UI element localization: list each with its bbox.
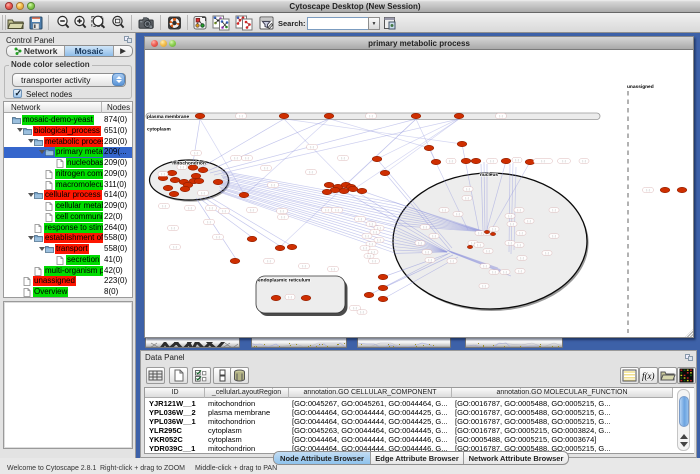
svg-text:[..]: [..] [423, 225, 426, 229]
svg-text:[..]: [..] [372, 259, 375, 263]
svg-text:mitochondrion: mitochondrion [172, 161, 206, 167]
svg-text:[..]: [..] [353, 306, 356, 310]
svg-text:f(x): f(x) [642, 371, 655, 381]
svg-text:[..]: [..] [171, 226, 174, 230]
svg-text:[..]: [..] [552, 234, 555, 238]
svg-text:[..]: [..] [222, 209, 225, 213]
svg-text:[..]: [..] [545, 251, 548, 255]
svg-text:[..]: [..] [288, 295, 291, 299]
svg-text:[..]: [..] [541, 159, 544, 163]
svg-text:[..]: [..] [478, 231, 481, 235]
svg-text:[..]: [..] [450, 259, 453, 263]
svg-text:[..]: [..] [358, 217, 361, 221]
svg-text:[..]: [..] [486, 249, 489, 253]
svg-text:[..]: [..] [449, 159, 452, 163]
svg-text:[..]: [..] [309, 170, 312, 174]
svg-text:[..]: [..] [432, 234, 435, 238]
svg-text:[..]: [..] [582, 159, 585, 163]
svg-text:[..]: [..] [482, 284, 485, 288]
svg-text:[..]: [..] [562, 159, 565, 163]
svg-text:[..]: [..] [162, 204, 165, 208]
svg-text:[..]: [..] [363, 246, 366, 250]
svg-text:[..]: [..] [425, 250, 428, 254]
svg-text:[..]: [..] [552, 208, 555, 212]
svg-text:[..]: [..] [515, 158, 518, 162]
svg-text:[..]: [..] [369, 114, 372, 118]
svg-text:[..]: [..] [264, 166, 267, 170]
svg-text:[..]: [..] [527, 219, 530, 223]
svg-text:[..]: [..] [207, 220, 210, 224]
svg-text:[..]: [..] [365, 234, 368, 238]
svg-text:[..]: [..] [477, 243, 480, 247]
svg-text:plasma membrane: plasma membrane [147, 114, 189, 120]
svg-text:[..]: [..] [508, 214, 511, 218]
svg-text:[..]: [..] [520, 256, 523, 260]
svg-text:[..]: [..] [517, 243, 520, 247]
svg-text:[..]: [..] [267, 259, 270, 263]
svg-text:[..]: [..] [281, 215, 284, 219]
svg-text:endoplasmic reticulum: endoplasmic reticulum [258, 278, 310, 284]
svg-text:[..]: [..] [367, 254, 370, 258]
svg-text:[..]: [..] [490, 159, 493, 163]
svg-text:[..]: [..] [216, 235, 219, 239]
svg-text:cytoplasm: cytoplasm [147, 127, 171, 133]
svg-text:[..]: [..] [519, 231, 522, 235]
svg-text:[..]: [..] [418, 241, 421, 245]
svg-text:[..]: [..] [331, 267, 334, 271]
svg-text:[..]: [..] [492, 227, 495, 231]
svg-text:[..]: [..] [442, 208, 445, 212]
svg-text:[..]: [..] [483, 264, 486, 268]
svg-text:[..]: [..] [173, 245, 176, 249]
svg-text:[..]: [..] [209, 206, 212, 210]
svg-text:[..]: [..] [188, 206, 191, 210]
svg-text:[..]: [..] [201, 191, 204, 195]
svg-text:[..]: [..] [377, 238, 380, 242]
svg-text:[..]: [..] [310, 145, 313, 149]
svg-text:[..]: [..] [194, 151, 197, 155]
svg-text:[..]: [..] [373, 230, 376, 234]
svg-text:[..]: [..] [161, 172, 164, 176]
svg-text:[..]: [..] [325, 208, 328, 212]
svg-text:[..]: [..] [510, 222, 513, 226]
svg-text:[..]: [..] [456, 212, 459, 216]
svg-text:[..]: [..] [234, 156, 237, 160]
svg-text:unassigned: unassigned [627, 84, 654, 90]
svg-text:[..]: [..] [499, 114, 502, 118]
svg-text:[..]: [..] [335, 208, 338, 212]
svg-text:[..]: [..] [492, 270, 495, 274]
svg-text:[..]: [..] [369, 222, 372, 226]
svg-text:[..]: [..] [428, 258, 431, 262]
svg-text:[..]: [..] [465, 196, 468, 200]
svg-text:[..]: [..] [360, 310, 363, 314]
svg-text:[..]: [..] [271, 183, 274, 187]
svg-text:[..]: [..] [517, 208, 520, 212]
svg-text:[..]: [..] [646, 188, 649, 192]
svg-text:[..]: [..] [302, 264, 305, 268]
svg-text:[..]: [..] [239, 114, 242, 118]
svg-text:[..]: [..] [245, 156, 248, 160]
svg-text:[..]: [..] [503, 270, 506, 274]
svg-text:[..]: [..] [250, 208, 253, 212]
svg-text:[..]: [..] [280, 209, 283, 213]
svg-text:nucleus: nucleus [480, 172, 498, 178]
svg-text:[..]: [..] [341, 156, 344, 160]
svg-text:[..]: [..] [518, 269, 521, 273]
svg-text:[..]: [..] [508, 241, 511, 245]
svg-text:[..]: [..] [466, 187, 469, 191]
svg-text:[..]: [..] [369, 242, 372, 246]
